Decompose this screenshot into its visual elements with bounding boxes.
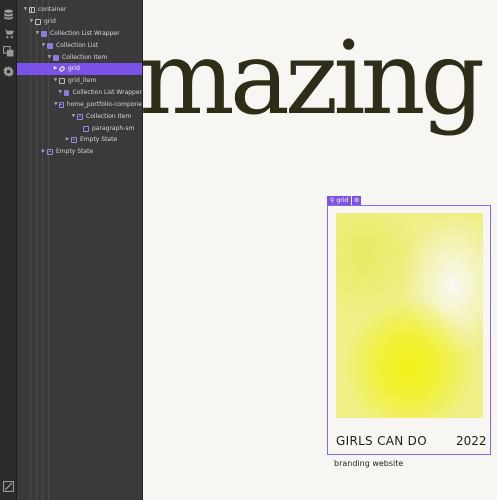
nav-item-label: Empty State [56, 148, 94, 156]
nav-item-label: Collection Item [62, 54, 108, 62]
hero-headline[interactable]: mazing c [143, 28, 497, 129]
caret-right-icon[interactable]: ▶ [65, 137, 70, 142]
nav-item-grid-item[interactable]: ▼ grid_item [17, 75, 142, 87]
selection-tag-label[interactable]: ⚲ grid [327, 196, 352, 205]
design-canvas[interactable]: mazing c ⚲ grid ⚙ GIRLS CAN DO 2022 bran… [143, 0, 497, 500]
nav-item-collection-item[interactable]: ▼ Collection Item [17, 52, 142, 64]
paragraph-icon [83, 125, 89, 132]
nav-item-paragraph-sm[interactable]: paragraph-sm [17, 123, 142, 135]
nav-item-label: Empty State [80, 136, 118, 144]
nav-item-label: Collection List Wrapper [72, 89, 143, 97]
nav-item-label: Collection Item [86, 113, 132, 121]
portfolio-card-image[interactable] [336, 213, 483, 418]
nav-item-label: Collection List [56, 42, 99, 50]
link-icon [58, 65, 66, 73]
list-icon [58, 101, 64, 108]
portfolio-card-subtitle[interactable]: branding website [334, 459, 403, 468]
left-icon-rail [0, 0, 17, 500]
collection-icon [53, 54, 59, 61]
caret-down-icon[interactable]: ▼ [47, 55, 52, 60]
nav-item-label: grid [44, 18, 56, 26]
box-icon [59, 77, 65, 84]
nav-item-empty-state[interactable]: ▶ Empty State [17, 134, 142, 146]
nav-item-label: grid [68, 65, 80, 73]
caret-down-icon[interactable]: ▼ [53, 78, 58, 83]
nav-item-grid[interactable]: ▼ grid [17, 16, 142, 28]
nav-item-label: container [38, 6, 67, 14]
database-icon[interactable] [2, 8, 14, 20]
container-icon [29, 6, 35, 13]
portfolio-card-year[interactable]: 2022 [456, 434, 487, 448]
nav-item-label: paragraph-sm [92, 125, 135, 133]
nav-item-label: Collection List Wrapper [50, 30, 120, 38]
nav-item-collection-list-wrapper[interactable]: ▼ Collection List Wrapper [17, 87, 142, 99]
nav-item-grid-selected[interactable]: ▶ grid [17, 63, 142, 75]
nav-item-empty-state[interactable]: ▶ Empty State [17, 146, 142, 158]
caret-down-icon[interactable]: ▼ [29, 19, 34, 24]
caret-down-icon[interactable]: ▼ [71, 114, 76, 119]
nav-item-collection-list-wrapper[interactable]: ▼ Collection List Wrapper [17, 28, 142, 40]
settings-icon[interactable] [2, 65, 14, 77]
nav-item-label: home_portfolio-compone [66, 101, 142, 109]
collapse-icon[interactable] [2, 480, 14, 492]
collection-icon [47, 42, 53, 49]
caret-right-icon[interactable]: ▶ [41, 149, 46, 154]
gear-icon[interactable]: ⚙ [352, 196, 362, 205]
navigator-panel: ▼ container ▼ grid ▼ Collection List Wra… [17, 0, 143, 500]
selection-tag[interactable]: ⚲ grid ⚙ [327, 196, 362, 205]
caret-down-icon[interactable]: ▼ [54, 102, 58, 107]
nav-item-container[interactable]: ▼ container [17, 4, 142, 16]
nav-item-label: grid_item [68, 77, 97, 85]
nav-item-collection-list[interactable]: ▼ Collection List [17, 40, 142, 52]
nav-item-home-portfolio[interactable]: ▼ home_portfolio-compone [17, 99, 142, 111]
caret-down-icon[interactable]: ▼ [35, 31, 40, 36]
box-icon [35, 18, 41, 25]
portfolio-card-title[interactable]: GIRLS CAN DO [336, 434, 427, 448]
pages-icon[interactable] [2, 45, 14, 57]
caret-down-icon[interactable]: ▼ [58, 90, 63, 95]
caret-right-icon[interactable]: ▶ [53, 66, 58, 71]
list-icon [77, 113, 83, 120]
link-icon: ⚲ [330, 197, 335, 204]
nav-item-collection-item[interactable]: ▼ Collection Item [17, 111, 142, 123]
cart-icon[interactable] [2, 27, 14, 39]
list-icon [47, 148, 53, 155]
list-icon [71, 136, 77, 143]
caret-down-icon[interactable]: ▼ [23, 7, 28, 12]
collection-icon [63, 89, 70, 96]
selection-tag-text: grid [336, 197, 349, 204]
caret-down-icon[interactable]: ▼ [41, 43, 46, 48]
collection-icon [41, 30, 47, 37]
